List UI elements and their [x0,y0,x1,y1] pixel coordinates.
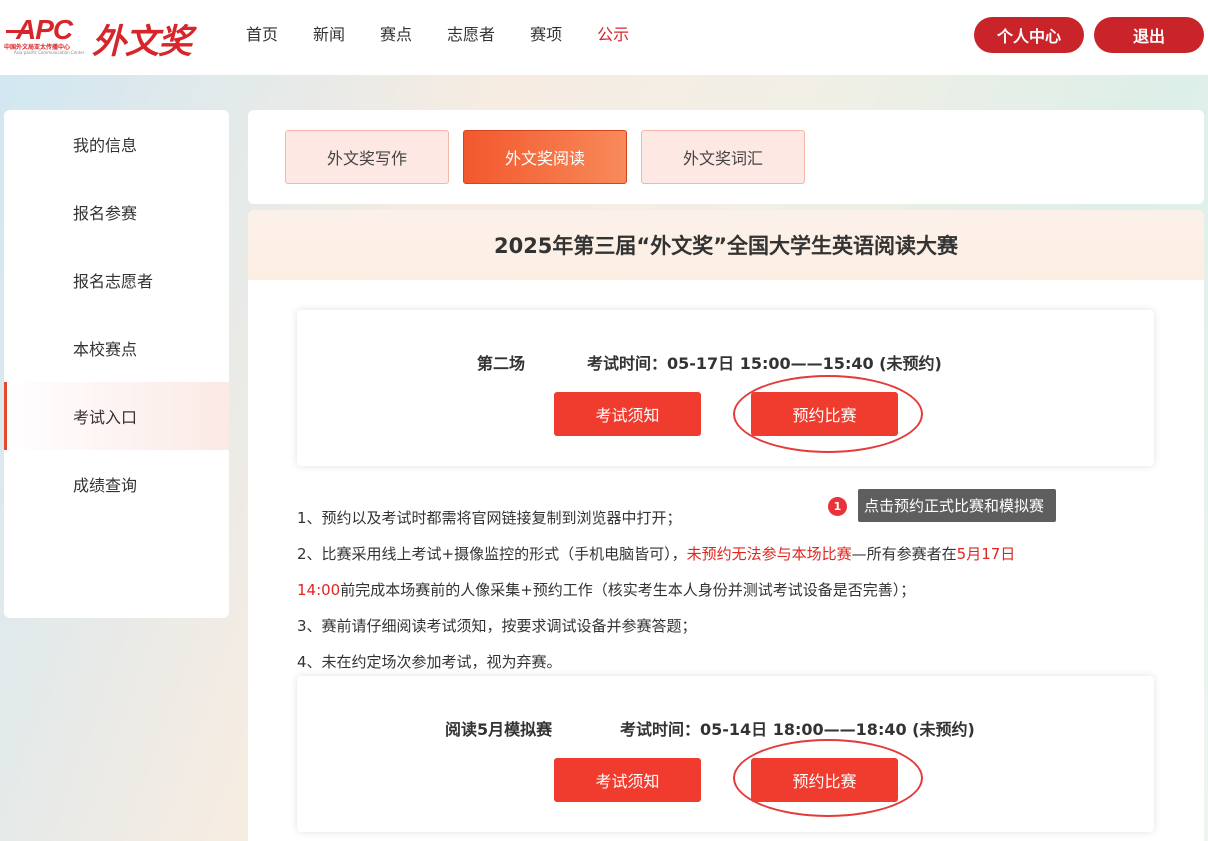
top-header: APC 中国外文局亚太传播中心 Asia-pacific Communicati… [0,0,1208,75]
tab-reading[interactable]: 外文奖阅读 [463,130,627,184]
user-center-button[interactable]: 个人中心 [974,17,1084,53]
main-nav: 首页 新闻 赛点 志愿者 赛项 公示 [246,24,664,46]
nav-announcements[interactable]: 公示 [597,24,629,46]
note-2-text-b: —所有参赛者在 [851,545,957,563]
nav-news[interactable]: 新闻 [313,24,345,46]
book-exam-button[interactable]: 预约比赛 [751,392,898,436]
note-3: 3、赛前请仔细阅读考试须知，按要求调试设备并参赛答题； [297,617,697,635]
note-2: 2、比赛采用线上考试+摄像监控的形式（手机电脑皆可），未预约无法参与本场比赛—所… [297,536,1177,608]
brand-logo[interactable]: 外文奖 [92,14,192,63]
sidebar-item-scores[interactable]: 成绩查询 [4,450,229,518]
apc-logo[interactable]: APC 中国外文局亚太传播中心 Asia-pacific Communicati… [4,14,84,58]
tooltip: 点击预约正式比赛和模拟赛 [858,489,1057,522]
note-2-text: 2、比赛采用线上考试+摄像监控的形式（手机电脑皆可）， [297,545,687,563]
competition-tabs: 外文奖写作 外文奖阅读 外文奖词汇 [248,110,1204,204]
session-name: 阅读5月模拟赛 [445,720,553,739]
note-2-warning: 未预约无法参与本场比赛 [686,545,852,563]
sidebar-item-school-venue[interactable]: 本校赛点 [4,314,229,382]
nav-home[interactable]: 首页 [246,24,278,46]
session-time: 考试时间：05-17日 15:00——15:40 (未预约) [587,354,942,373]
exam-notice-button[interactable]: 考试须知 [554,392,701,436]
note-4: 4、未在约定场次参加考试，视为弃赛。 [297,653,562,671]
step-badge: 1 [828,497,847,516]
exam-notes: 1、预约以及考试时都需将官网链接复制到浏览器中打开； 2、比赛采用线上考试+摄像… [297,500,1177,680]
sidebar-item-volunteer[interactable]: 报名志愿者 [4,246,229,314]
main-content: 2025年第三届“外文奖”全国大学生英语阅读大赛 第二场 考试时间：05-17日… [248,210,1204,841]
sidebar-item-exam-entry[interactable]: 考试入口 [4,382,229,450]
exam-session-card: 第二场 考试时间：05-17日 15:00——15:40 (未预约) 考试须知 … [297,310,1154,466]
sidebar-item-my-info[interactable]: 我的信息 [4,110,229,178]
session-time: 考试时间：05-14日 18:00——18:40 (未预约) [620,720,975,739]
tab-vocabulary[interactable]: 外文奖词汇 [641,130,805,184]
sidebar: 我的信息 报名参赛 报名志愿者 本校赛点 考试入口 成绩查询 [4,110,229,618]
apc-logo-english: Asia-pacific Communication Center [14,50,85,55]
tab-writing[interactable]: 外文奖写作 [285,130,449,184]
session-name: 第二场 [477,354,526,373]
exam-notice-button[interactable]: 考试须知 [554,758,701,802]
page-title: 2025年第三届“外文奖”全国大学生英语阅读大赛 [493,234,959,258]
mock-exam-card: 阅读5月模拟赛 考试时间：05-14日 18:00——18:40 (未预约) 考… [297,676,1154,832]
note-2-text-c: 前完成本场赛前的人像采集+预约工作（核实考生本人身份并测试考试设备是否完善）； [340,581,916,599]
nav-venues[interactable]: 赛点 [380,24,412,46]
note-2-time: 14:00 [297,581,341,599]
title-bar: 2025年第三届“外文奖”全国大学生英语阅读大赛 [248,210,1204,280]
logout-button[interactable]: 退出 [1094,17,1204,53]
book-exam-button[interactable]: 预约比赛 [751,758,898,802]
note-2-date: 5月17日 [956,545,1016,563]
nav-events[interactable]: 赛项 [530,24,562,46]
sidebar-item-register[interactable]: 报名参赛 [4,178,229,246]
nav-volunteers[interactable]: 志愿者 [447,24,495,46]
